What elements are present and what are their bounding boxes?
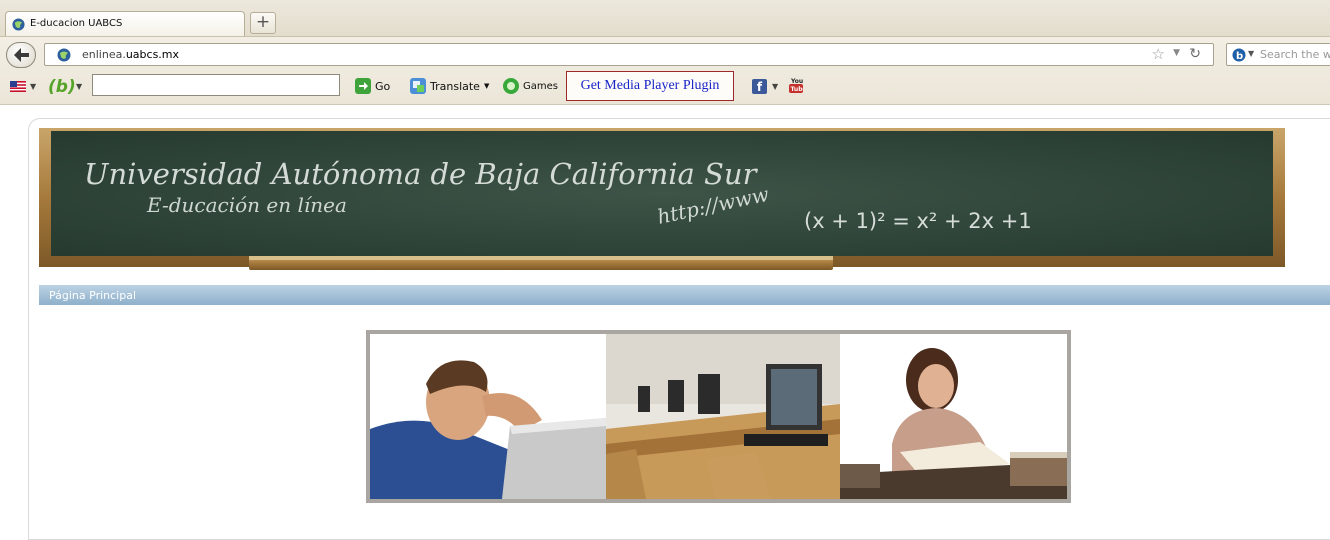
new-tab-button[interactable]: +	[250, 12, 276, 34]
student-laptop-photo	[370, 334, 606, 499]
search-engine-icon: b	[1232, 48, 1246, 62]
hero-image	[370, 334, 1067, 499]
banner-equation: (x + 1)² = x² + 2x +1	[804, 209, 1032, 233]
reload-icon[interactable]: ↻	[1189, 46, 1201, 62]
address-bar[interactable]: enlinea.uabcs.mx ☆ ▼ ↻	[44, 43, 1214, 66]
get-media-player-plugin-button[interactable]: Get Media Player Plugin	[566, 71, 734, 101]
translate-icon	[410, 78, 426, 94]
go-arrow-icon	[355, 78, 371, 94]
browser-tab[interactable]: E-ducacion UABCS	[5, 11, 245, 36]
toolbar-search-input[interactable]	[92, 74, 340, 96]
games-icon	[503, 78, 519, 94]
youtube-icon[interactable]: You Tube	[789, 76, 803, 94]
history-dropdown-icon[interactable]: ▼	[1173, 48, 1180, 58]
back-arrow-icon	[14, 48, 29, 62]
logo-dropdown-icon[interactable]: ▼	[76, 82, 82, 91]
breadcrumb-current-page[interactable]: Página Principal	[49, 289, 136, 302]
svg-text:Tube: Tube	[791, 86, 804, 93]
translate-button[interactable]: Translate ▼	[410, 76, 489, 96]
breadcrumb-bar: Página Principal	[39, 285, 1330, 305]
bookmark-star-icon[interactable]: ☆	[1152, 45, 1165, 63]
us-flag-icon[interactable]	[10, 81, 26, 92]
site-favicon-icon	[12, 18, 25, 31]
search-placeholder: Search the web	[1260, 48, 1330, 61]
facebook-dropdown-icon[interactable]: ▼	[772, 82, 778, 91]
banner-title: Universidad Autónoma de Baja California …	[84, 157, 759, 191]
computer-lab-photo	[606, 334, 840, 499]
toolbar-logo-icon[interactable]: (b)	[48, 77, 76, 97]
search-box[interactable]: b ▼ Search the web	[1226, 43, 1330, 66]
site-identity-icon	[57, 48, 71, 62]
banner-subtitle: E-ducación en línea	[146, 193, 347, 217]
back-button[interactable]	[6, 42, 36, 68]
tab-title: E-ducacion UABCS	[30, 18, 123, 29]
browser-chrome: E-ducacion UABCS + enlinea.uabcs.mx ☆ ▼ …	[0, 0, 1330, 105]
flag-dropdown-icon[interactable]: ▼	[30, 82, 36, 91]
go-button[interactable]: Go	[355, 76, 390, 96]
address-url: enlinea.uabcs.mx	[82, 48, 180, 61]
svg-text:b: b	[1236, 51, 1243, 62]
translate-dropdown-icon: ▼	[483, 82, 490, 90]
svg-text:You: You	[790, 78, 803, 85]
navigation-bar: enlinea.uabcs.mx ☆ ▼ ↻ b ▼ Search the we…	[0, 36, 1330, 70]
chalkboard-banner: Universidad Autónoma de Baja California …	[39, 128, 1285, 270]
hero-image-frame	[366, 330, 1071, 503]
facebook-icon[interactable]: f	[752, 79, 767, 94]
tab-strip: E-ducacion UABCS +	[0, 0, 1330, 37]
search-engine-dropdown-icon[interactable]: ▼	[1248, 49, 1254, 58]
addon-toolbar: ▼ (b) ▼ Go Translate ▼ Games Get Media P…	[0, 70, 1330, 104]
woman-reading-photo	[840, 334, 1067, 499]
games-button[interactable]: Games	[503, 76, 558, 96]
